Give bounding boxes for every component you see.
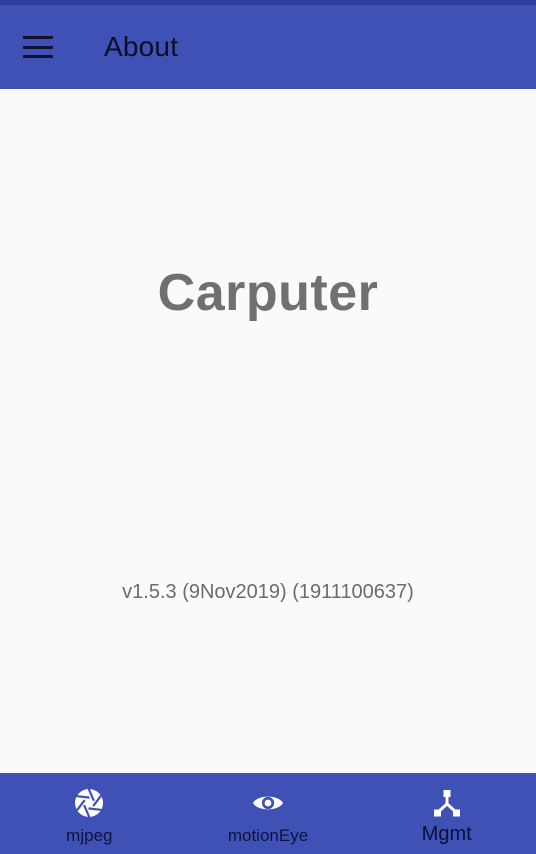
menu-line bbox=[23, 45, 53, 49]
menu-line bbox=[23, 36, 53, 39]
hamburger-menu-icon[interactable] bbox=[23, 36, 53, 58]
nav-label: Mgmt bbox=[421, 823, 472, 845]
camera-shutter-icon bbox=[73, 787, 105, 819]
hub-network-icon bbox=[431, 787, 463, 819]
eye-icon bbox=[252, 787, 284, 819]
product-name: Carputer bbox=[157, 264, 379, 322]
nav-item-mgmt[interactable]: Mgmt bbox=[357, 773, 536, 854]
nav-label: motionEye bbox=[227, 826, 309, 845]
nav-item-motioneye[interactable]: motionEye bbox=[179, 773, 358, 854]
about-content: Carputer v1.5.3 (9Nov2019) (1911100637) bbox=[0, 89, 536, 773]
nav-label: mjpeg bbox=[66, 826, 113, 845]
about-screen: About Carputer v1.5.3 (9Nov2019) (191110… bbox=[0, 0, 536, 854]
nav-item-mjpeg[interactable]: mjpeg bbox=[0, 773, 179, 854]
bottom-navigation: mjpeg motionEye Mgmt bbox=[0, 773, 536, 854]
version-text: v1.5.3 (9Nov2019) (1911100637) bbox=[122, 581, 414, 603]
app-bar: About bbox=[0, 5, 536, 89]
menu-line bbox=[23, 55, 53, 58]
page-title: About bbox=[104, 31, 179, 62]
